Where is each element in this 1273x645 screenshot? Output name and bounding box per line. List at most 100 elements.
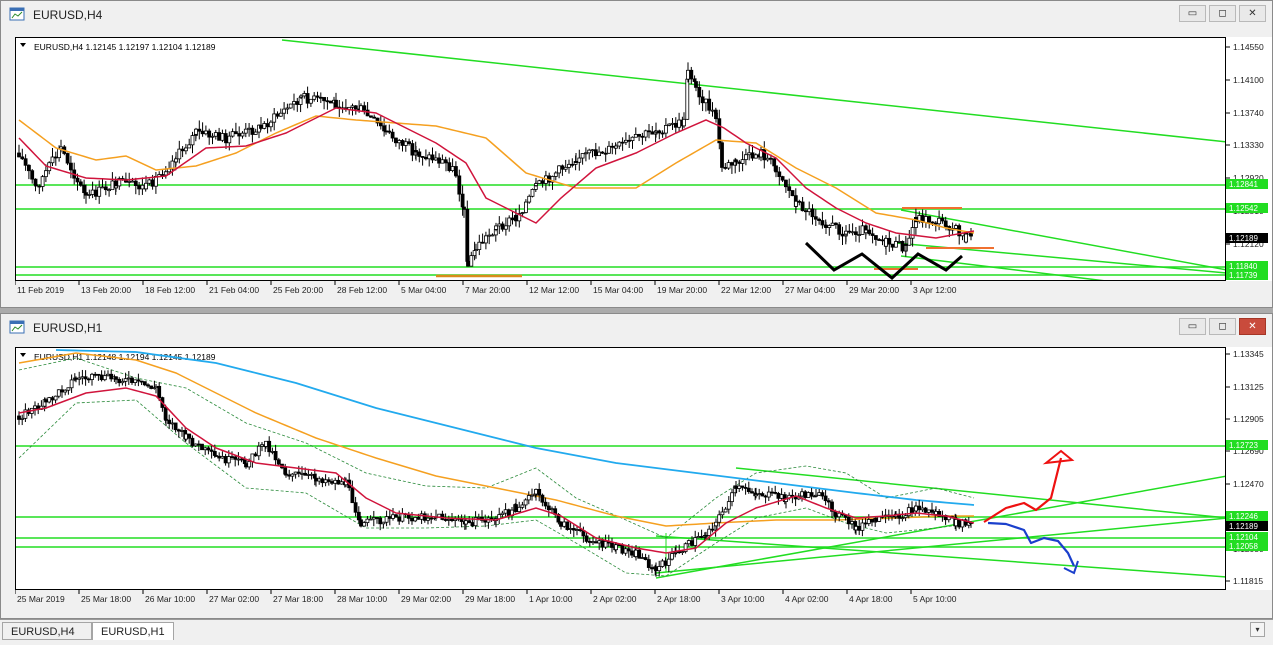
candle: [890, 243, 895, 251]
minimize-button[interactable]: ▭: [1179, 5, 1206, 22]
candle: [137, 181, 141, 196]
candle: [29, 407, 34, 419]
candle: [590, 149, 595, 158]
candle: [857, 519, 862, 536]
candle: [683, 542, 688, 554]
candle: [242, 456, 247, 465]
candle: [322, 97, 327, 110]
candle: [90, 181, 95, 199]
bearish-projection-arrow: [987, 521, 1075, 567]
scroll-down-icon[interactable]: ▾: [1250, 622, 1265, 637]
candle: [574, 152, 578, 163]
candle: [497, 507, 502, 525]
trendline: [655, 535, 1225, 578]
candle: [353, 496, 358, 517]
candle: [710, 522, 715, 533]
candle: [563, 159, 568, 172]
candle: [580, 153, 585, 165]
candle: [643, 129, 648, 142]
candle: [60, 385, 64, 398]
time-tick-label: 4 Apr 18:00: [849, 594, 893, 604]
h4-price-chart[interactable]: EURUSD,H4 1.12145 1.12197 1.12104 1.1218…: [15, 37, 1226, 281]
window-titlebar[interactable]: EURUSD,H1 ▭ ◻ ✕: [1, 314, 1272, 340]
time-tick-label: 27 Mar 18:00: [273, 594, 323, 604]
candle: [523, 199, 528, 214]
candle: [66, 387, 71, 395]
candle: [677, 112, 681, 132]
candle: [417, 148, 422, 163]
close-button[interactable]: ✕: [1239, 5, 1266, 22]
time-tick-label: 3 Apr 10:00: [721, 594, 765, 604]
h1-price-chart[interactable]: EURUSD,H1 1.12148 1.12194 1.12145 1.1218…: [15, 347, 1226, 590]
time-tick-label: 29 Mar 02:00: [401, 594, 451, 604]
candle: [823, 490, 828, 506]
level-price-tag-label: 1.12104: [1229, 533, 1258, 542]
candle: [350, 480, 355, 504]
candle: [766, 486, 771, 502]
candle: [391, 508, 395, 521]
candle: [726, 496, 731, 514]
candle: [63, 389, 68, 396]
candle: [640, 553, 645, 560]
candle: [870, 518, 874, 527]
candle: [465, 200, 470, 263]
candle: [142, 381, 147, 387]
candle: [180, 426, 184, 437]
chart-window-h1[interactable]: EURUSD,H1 ▭ ◻ ✕ EURUSD,H1 1.12148 1.12194 …: [0, 313, 1273, 619]
chart-window-h4[interactable]: EURUSD,H4 ▭ ◻ ✕ EURUSD,H4 1.12145 1.12197 …: [0, 0, 1273, 308]
candle: [292, 93, 296, 111]
time-tick-label: 19 Mar 20:00: [657, 285, 707, 295]
candle: [920, 501, 925, 512]
candle: [117, 176, 122, 190]
candle: [730, 488, 734, 507]
candle: [930, 502, 934, 516]
candle: [133, 177, 138, 195]
candle: [103, 181, 108, 196]
candle: [643, 553, 648, 561]
candle: [287, 469, 292, 480]
level-price-tag-label: 1.11739: [1229, 271, 1258, 280]
candle: [423, 149, 428, 161]
candle: [603, 534, 608, 550]
chart-menu-icon[interactable]: [20, 353, 26, 357]
candle: [444, 160, 448, 172]
candle: [847, 224, 852, 234]
tab-eurusd-h1[interactable]: EURUSD,H1: [92, 622, 174, 640]
maximize-button[interactable]: ◻: [1209, 318, 1236, 335]
level-price-tag-label: 1.11840: [1229, 262, 1258, 271]
candle: [243, 123, 248, 138]
candle: [437, 153, 442, 169]
candle: [806, 491, 811, 498]
candle: [295, 97, 300, 112]
maximize-button[interactable]: ◻: [1209, 5, 1236, 22]
time-tick-label: 27 Mar 04:00: [785, 285, 835, 295]
candle: [236, 452, 241, 466]
candle: [776, 491, 781, 505]
candle: [774, 165, 778, 178]
time-tick-label: 12 Mar 12:00: [529, 285, 579, 295]
chart-menu-icon[interactable]: [20, 43, 26, 47]
candle: [860, 518, 865, 537]
candle: [253, 128, 258, 135]
candle: [630, 136, 635, 149]
candle: [740, 485, 745, 491]
candle: [646, 554, 651, 571]
candle: [433, 151, 438, 161]
candle: [69, 374, 74, 393]
time-tick-label: 21 Feb 04:00: [209, 285, 259, 295]
close-button[interactable]: ✕: [1239, 318, 1266, 335]
candle: [50, 148, 55, 167]
minimize-button[interactable]: ▭: [1179, 318, 1206, 335]
candle: [670, 118, 675, 131]
level-price-tag-label: 1.12058: [1229, 542, 1258, 551]
candle: [387, 509, 392, 526]
candle: [830, 215, 835, 226]
candle: [900, 240, 905, 254]
tab-eurusd-h4[interactable]: EURUSD,H4: [2, 622, 92, 640]
candle: [826, 498, 831, 510]
time-tick-label: 13 Feb 20:00: [81, 285, 131, 295]
candle: [293, 471, 298, 479]
candle: [840, 226, 845, 245]
window-titlebar[interactable]: EURUSD,H4 ▭ ◻ ✕: [1, 1, 1272, 27]
candle: [854, 226, 858, 242]
